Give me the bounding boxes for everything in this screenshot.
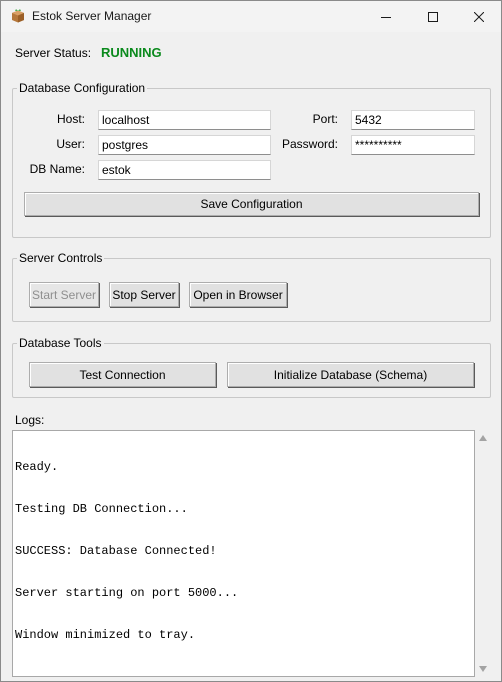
scroll-down-arrow-icon[interactable] bbox=[479, 666, 487, 672]
port-label: Port: bbox=[312, 112, 338, 126]
close-btn[interactable] bbox=[456, 1, 502, 32]
log-line: Testing DB Connection... bbox=[15, 502, 188, 516]
open-in-browser-button[interactable]: Open in Browser bbox=[189, 282, 287, 307]
server-status-label: Server Status: bbox=[15, 46, 92, 60]
host-label: Host: bbox=[56, 112, 85, 126]
initialize-database-button[interactable]: Initialize Database (Schema) bbox=[227, 362, 474, 387]
save-configuration-button[interactable]: Save Configuration bbox=[24, 192, 479, 216]
group-title: Database Tools bbox=[17, 336, 104, 350]
logs-scrollbar[interactable] bbox=[475, 430, 492, 677]
box-package-icon bbox=[10, 8, 26, 24]
user-field[interactable] bbox=[98, 135, 271, 155]
password-field[interactable] bbox=[351, 135, 475, 155]
server-controls-group: Server Controls Start Server Stop Server… bbox=[12, 251, 491, 322]
logs-label: Logs: bbox=[15, 413, 45, 427]
minimize-btn[interactable] bbox=[363, 1, 409, 32]
server-status-value: RUNNING bbox=[101, 45, 162, 60]
log-line: Window minimized to tray. bbox=[15, 628, 196, 642]
group-title: Server Controls bbox=[17, 251, 105, 265]
db-name-label: DB Name: bbox=[29, 162, 85, 176]
stop-server-button[interactable]: Stop Server bbox=[109, 282, 179, 307]
log-line: SUCCESS: Database Connected! bbox=[15, 544, 217, 558]
log-line: Server starting on port 5000... bbox=[15, 586, 239, 600]
app-window: Estok Server Manager Server Status: RUNN… bbox=[0, 0, 502, 682]
group-title: Database Configuration bbox=[17, 81, 148, 95]
close-icon bbox=[474, 11, 484, 22]
test-connection-button[interactable]: Test Connection bbox=[29, 362, 216, 387]
window-title: Estok Server Manager bbox=[32, 9, 152, 23]
minimize-icon bbox=[381, 16, 391, 18]
start-server-button[interactable]: Start Server bbox=[29, 282, 99, 307]
database-configuration-group: Database Configuration Host: Port: User:… bbox=[12, 81, 491, 238]
maximize-icon bbox=[428, 11, 438, 22]
database-tools-group: Database Tools Test Connection Initializ… bbox=[12, 336, 491, 398]
logs-textarea[interactable]: Ready. Testing DB Connection... SUCCESS:… bbox=[12, 430, 475, 677]
user-label: User: bbox=[56, 137, 85, 151]
port-field[interactable] bbox=[351, 110, 475, 130]
log-line: Ready. bbox=[15, 460, 59, 474]
password-label: Password: bbox=[281, 137, 338, 151]
maximize-btn[interactable] bbox=[410, 1, 456, 32]
scroll-up-arrow-icon[interactable] bbox=[479, 435, 487, 441]
db-name-field[interactable] bbox=[98, 160, 271, 180]
host-field[interactable] bbox=[98, 110, 271, 130]
